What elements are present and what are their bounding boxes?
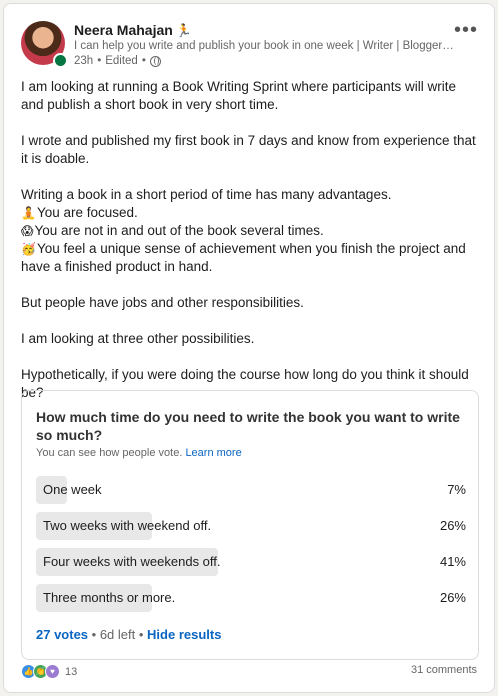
- post-body: I am looking at running a Book Writing S…: [21, 78, 479, 420]
- author-name-row[interactable]: Neera Mahajan 🏃: [74, 22, 192, 39]
- poll-option-label: Two weeks with weekend off.: [43, 518, 212, 533]
- scream-emoji: 😱: [21, 224, 34, 238]
- poll-option: One week 7%: [36, 476, 466, 504]
- poll-option: Four weeks with weekends off. 41%: [36, 548, 466, 576]
- advantage-text: You are not in and out of the book sever…: [34, 223, 324, 238]
- support-icon: ♥: [45, 664, 60, 679]
- poll-option: Two weeks with weekend off. 26%: [36, 512, 466, 540]
- author-headline: I can help you write and publish your bo…: [74, 40, 454, 52]
- poll-option-percent: 26%: [439, 590, 466, 605]
- poll-option-percent: 41%: [439, 554, 466, 569]
- meditation-emoji: 🧘: [21, 206, 36, 220]
- body-paragraph: I am looking at three other possibilitie…: [21, 331, 255, 346]
- poll-note-text: You can see how people vote.: [36, 447, 183, 459]
- post-time: 23h: [74, 55, 94, 67]
- reactions-summary[interactable]: 👍 👏 ♥ 13: [21, 664, 77, 679]
- author-name[interactable]: Neera Mahajan: [74, 22, 173, 38]
- body-line: Writing a book in a short period of time…: [21, 187, 392, 202]
- advantage-text: You feel a unique sense of achievement w…: [21, 241, 466, 274]
- poll-option-percent: 7%: [447, 482, 466, 497]
- body-paragraph: But people have jobs and other responsib…: [21, 295, 304, 310]
- globe-icon: [149, 55, 161, 67]
- advantage-text: You are focused.: [36, 205, 138, 220]
- poll-footer: 27 votes • 6d left • Hide results: [36, 627, 222, 642]
- runner-emoji: 🏃: [175, 23, 193, 38]
- advantages-block: Writing a book in a short period of time…: [21, 186, 479, 276]
- poll-note: You can see how people vote. Learn more: [36, 447, 242, 459]
- hide-results-button[interactable]: Hide results: [147, 627, 221, 642]
- post-header: Neera Mahajan 🏃 I can help you write and …: [21, 19, 482, 69]
- poll-option-label: Four weeks with weekends off.: [43, 554, 221, 569]
- poll-question: How much time do you need to write the b…: [36, 409, 460, 443]
- party-emoji: 🥳: [21, 242, 36, 256]
- online-status-icon: [53, 53, 68, 68]
- body-paragraph: I wrote and published my first book in 7…: [21, 133, 476, 166]
- post-card: Neera Mahajan 🏃 I can help you write and …: [3, 3, 495, 693]
- poll-option-percent: 26%: [439, 518, 466, 533]
- body-paragraph: I am looking at running a Book Writing S…: [21, 79, 456, 112]
- edited-label: Edited: [105, 55, 138, 67]
- time-left: 6d left: [99, 627, 136, 642]
- poll-option-label: One week: [43, 482, 102, 497]
- comments-count-link[interactable]: 31 comments: [411, 664, 477, 676]
- poll-option-label: Three months or more.: [43, 590, 176, 605]
- reaction-count[interactable]: 13: [65, 666, 77, 678]
- poll: How much time do you need to write the b…: [21, 390, 479, 660]
- more-options-button[interactable]: •••: [454, 19, 478, 42]
- learn-more-link[interactable]: Learn more: [185, 447, 241, 459]
- votes-count-link[interactable]: 27 votes: [36, 627, 88, 642]
- poll-option: Three months or more. 26%: [36, 584, 466, 612]
- post-meta: 23h • Edited •: [74, 55, 161, 67]
- social-counts: 👍 👏 ♥ 13 31 comments: [21, 664, 477, 684]
